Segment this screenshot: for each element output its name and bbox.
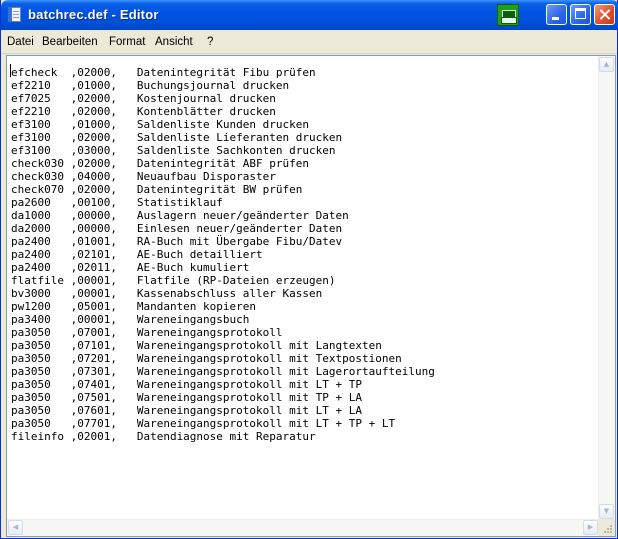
text-line[interactable]: pa3050 ,07401, Wareneingangsprotokoll mi…: [11, 378, 435, 391]
menu-format[interactable]: Format: [109, 36, 145, 48]
text-line[interactable]: pa3050 ,07601, Wareneingangsprotokoll mi…: [11, 404, 435, 417]
text-line[interactable]: check030 ,04000, Neuaufbau Disporaster: [11, 170, 435, 183]
resize-grip-icon[interactable]: [598, 519, 615, 536]
minimize-button[interactable]: [546, 4, 567, 25]
menu-view[interactable]: Ansicht: [155, 36, 193, 48]
text-line[interactable]: da2000 ,00000, Einlesen neuer/geänderter…: [11, 222, 435, 235]
text-line[interactable]: pw1200 ,05001, Mandanten kopieren: [11, 300, 435, 313]
text-line[interactable]: pa2400 ,02101, AE-Buch detailliert: [11, 248, 435, 261]
text-line[interactable]: ef2210 ,02000, Kontenblätter drucken: [11, 105, 435, 118]
menu-edit[interactable]: Bearbeiten: [42, 36, 98, 48]
text-line[interactable]: pa3400 ,00001, Wareneingangsbuch: [11, 313, 435, 326]
document-text[interactable]: efcheck ,02000, Datenintegrität Fibu prü…: [11, 66, 435, 443]
text-line[interactable]: pa3050 ,07201, Wareneingangsprotokoll mi…: [11, 352, 435, 365]
notepad-window: batchrec.def - Editor Datei Bearbeiten F…: [0, 0, 618, 539]
text-area[interactable]: efcheck ,02000, Datenintegrität Fibu prü…: [7, 56, 599, 520]
text-line[interactable]: check030 ,02000, Datenintegrität ABF prü…: [11, 157, 435, 170]
text-line[interactable]: ef3100 ,03000, Saldenliste Sachkonten dr…: [11, 144, 435, 157]
scroll-left-icon[interactable]: ◀: [8, 520, 23, 535]
text-line[interactable]: fileinfo ,02001, Datendiagnose mit Repar…: [11, 430, 435, 443]
text-line[interactable]: ef3100 ,01000, Saldenliste Kunden drucke…: [11, 118, 435, 131]
text-line[interactable]: ef2210 ,01000, Buchungsjournal drucken: [11, 79, 435, 92]
text-line[interactable]: efcheck ,02000, Datenintegrität Fibu prü…: [11, 66, 435, 79]
scroll-down-icon[interactable]: ▼: [599, 504, 614, 519]
vertical-scrollbar[interactable]: ▲ ▼: [598, 56, 615, 520]
text-line[interactable]: pa3050 ,07701, Wareneingangsprotokoll mi…: [11, 417, 435, 430]
text-line[interactable]: flatfile ,00001, Flatfile (RP-Dateien er…: [11, 274, 435, 287]
horizontal-scrollbar[interactable]: ◀ ▶: [7, 519, 599, 536]
text-line[interactable]: pa3050 ,07001, Wareneingangsprotokoll: [11, 326, 435, 339]
text-line[interactable]: pa3050 ,07301, Wareneingangsprotokoll mi…: [11, 365, 435, 378]
text-line[interactable]: pa2600 ,00100, Statistiklauf: [11, 196, 435, 209]
text-line[interactable]: ef7025 ,02000, Kostenjournal drucken: [11, 92, 435, 105]
text-line[interactable]: ef3100 ,02000, Saldenliste Lieferanten d…: [11, 131, 435, 144]
window-title: batchrec.def - Editor: [28, 7, 159, 22]
title-bar[interactable]: batchrec.def - Editor: [1, 0, 618, 30]
maximize-button[interactable]: [570, 4, 591, 25]
notepad-icon[interactable]: [8, 7, 21, 22]
scroll-up-icon[interactable]: ▲: [599, 57, 614, 72]
text-line[interactable]: pa2400 ,01001, RA-Buch mit Übergabe Fibu…: [11, 235, 435, 248]
printer-tray-icon[interactable]: [497, 4, 519, 26]
scroll-right-icon[interactable]: ▶: [583, 520, 598, 535]
text-editor[interactable]: efcheck ,02000, Datenintegrität Fibu prü…: [6, 55, 616, 537]
menu-help[interactable]: ?: [207, 36, 213, 48]
text-line[interactable]: pa3050 ,07501, Wareneingangsprotokoll mi…: [11, 391, 435, 404]
menu-bar: Datei Bearbeiten Format Ansicht ?: [1, 33, 617, 54]
text-line[interactable]: da1000 ,00000, Auslagern neuer/geänderte…: [11, 209, 435, 222]
text-line[interactable]: bv3000 ,00001, Kassenabschluss aller Kas…: [11, 287, 435, 300]
close-button[interactable]: [594, 4, 615, 25]
menu-file[interactable]: Datei: [7, 36, 34, 48]
text-line[interactable]: pa2400 ,02011, AE-Buch kumuliert: [11, 261, 435, 274]
text-line[interactable]: check070 ,02000, Datenintegrität BW prüf…: [11, 183, 435, 196]
text-line[interactable]: pa3050 ,07101, Wareneingangsprotokoll mi…: [11, 339, 435, 352]
